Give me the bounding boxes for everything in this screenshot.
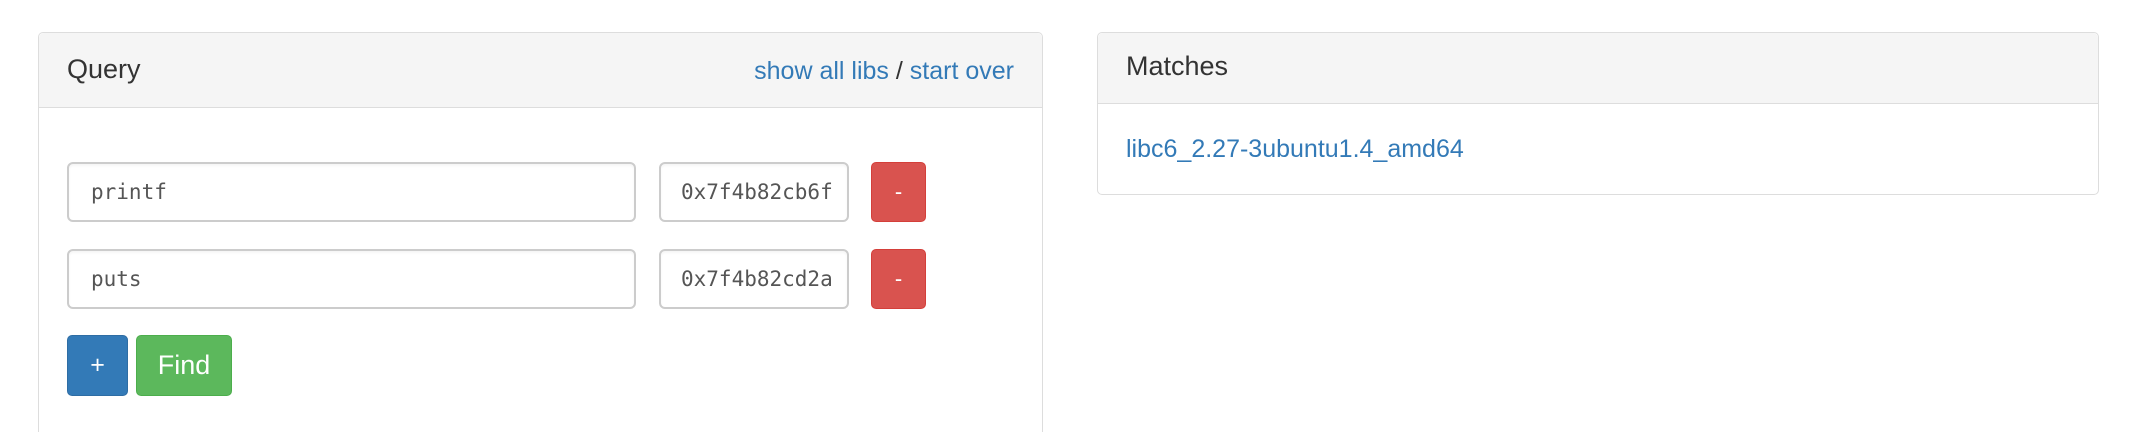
matches-panel: Matches libc6_2.27-3ubuntu1.4_amd64 <box>1097 32 2099 195</box>
find-button[interactable]: Find <box>136 335 232 396</box>
matches-title: Matches <box>1126 51 1229 81</box>
matches-panel-heading: Matches <box>1098 33 2098 104</box>
symbol-name-input[interactable]: printf <box>67 162 636 222</box>
query-panel-heading: Query show all libs / start over <box>39 33 1042 108</box>
remove-row-button[interactable]: - <box>871 162 926 222</box>
show-all-libs-link[interactable]: show all libs <box>754 57 889 85</box>
match-result-link[interactable]: libc6_2.27-3ubuntu1.4_amd64 <box>1126 135 1464 164</box>
link-separator: / <box>895 57 903 85</box>
query-title: Query <box>67 54 141 84</box>
add-row-button[interactable]: + <box>67 335 128 396</box>
symbol-address-input[interactable]: 0x7f4b82cd2a <box>659 249 849 309</box>
symbol-address-input[interactable]: 0x7f4b82cb6f <box>659 162 849 222</box>
query-panel: Query show all libs / start over printf … <box>38 32 1043 432</box>
symbol-name-input[interactable]: puts <box>67 249 636 309</box>
header-links: show all libs / start over <box>754 57 1014 86</box>
remove-row-button[interactable]: - <box>871 249 926 309</box>
start-over-link[interactable]: start over <box>910 57 1014 85</box>
